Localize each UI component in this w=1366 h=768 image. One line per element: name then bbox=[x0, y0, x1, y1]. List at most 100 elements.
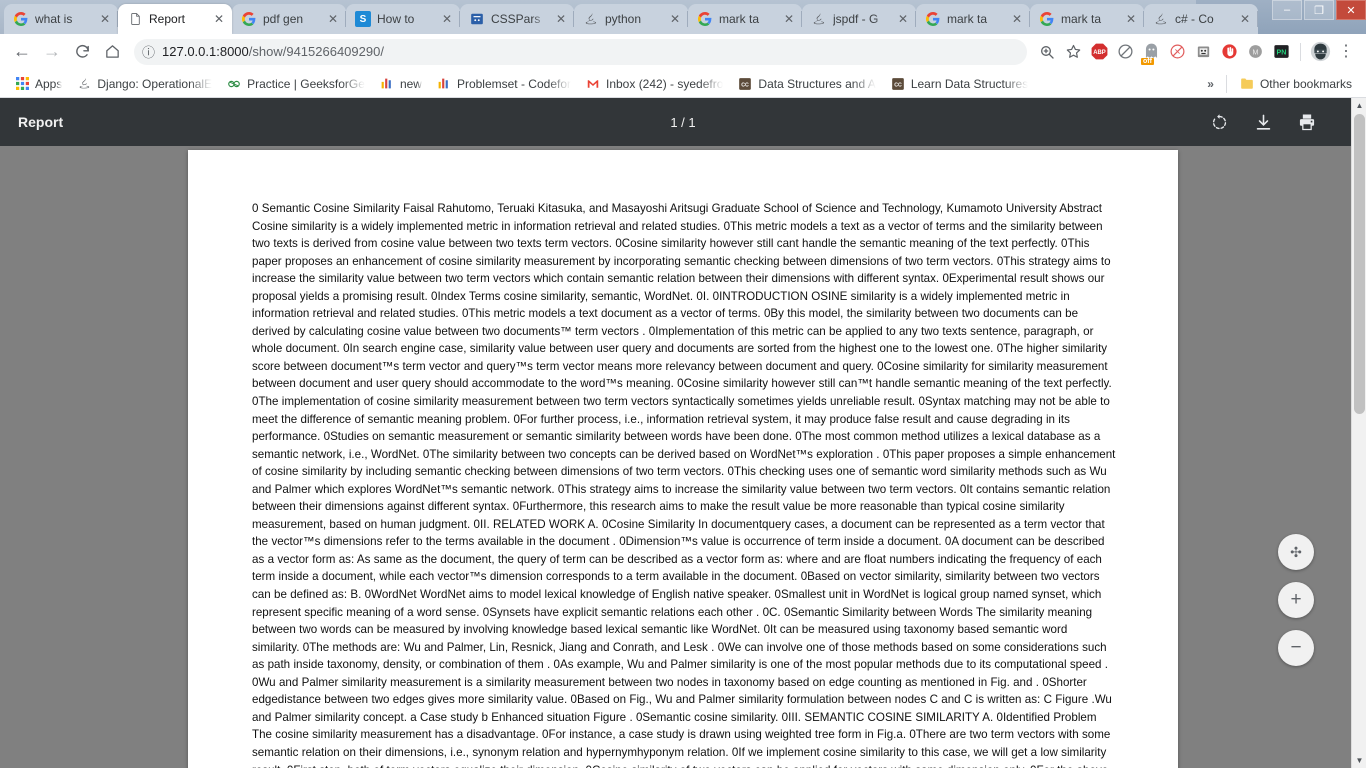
download-button[interactable] bbox=[1252, 111, 1274, 133]
java-icon bbox=[583, 11, 599, 27]
fit-to-page-button[interactable]: ✣ bbox=[1278, 534, 1314, 570]
maximize-button[interactable]: ❐ bbox=[1304, 0, 1334, 20]
block-icon[interactable] bbox=[1113, 40, 1137, 64]
bookmark-label: Django: OperationalE bbox=[97, 76, 213, 91]
minimize-button[interactable]: – bbox=[1272, 0, 1302, 20]
print-button[interactable] bbox=[1296, 111, 1318, 133]
profile-avatar[interactable] bbox=[1308, 40, 1332, 64]
tab-close-icon[interactable]: ✕ bbox=[896, 12, 910, 26]
pdf-viewer: Report 1 / 1 0 Semantic Cosine Similarit… bbox=[0, 98, 1366, 768]
java-icon bbox=[76, 76, 92, 92]
zoom-icon[interactable] bbox=[1035, 40, 1059, 64]
browser-navigation-bar: ← → ⓘ 127.0.0.1:8000/show/9415266409290/… bbox=[0, 34, 1366, 70]
pn-extension-icon[interactable]: PN bbox=[1269, 40, 1293, 64]
svg-text:CC: CC bbox=[742, 82, 750, 88]
toolbox-icon[interactable] bbox=[1191, 40, 1215, 64]
browser-tab[interactable]: c# - Co ✕ bbox=[1144, 4, 1258, 34]
scrollbar-thumb[interactable] bbox=[1354, 114, 1365, 414]
bookmark-item[interactable]: new bbox=[373, 73, 428, 95]
close-window-button[interactable]: ✕ bbox=[1336, 0, 1366, 20]
tab-close-icon[interactable]: ✕ bbox=[1010, 12, 1024, 26]
chrome-menu-icon[interactable]: ⋮ bbox=[1334, 40, 1358, 64]
address-bar[interactable]: ⓘ 127.0.0.1:8000/show/9415266409290/ bbox=[134, 38, 1027, 65]
bluebook-icon bbox=[469, 11, 485, 27]
bookmark-item[interactable]: Practice | GeeksforGe bbox=[220, 73, 371, 95]
bookmark-star-icon[interactable] bbox=[1061, 40, 1085, 64]
site-info-icon[interactable]: ⓘ bbox=[142, 42, 155, 61]
browser-tab[interactable]: mark ta ✕ bbox=[688, 4, 802, 34]
bookmark-item[interactable]: CC Learn Data Structures bbox=[884, 73, 1034, 95]
noscript-icon[interactable] bbox=[1165, 40, 1189, 64]
gmail-icon bbox=[585, 76, 601, 92]
google-icon bbox=[697, 11, 713, 27]
tab-close-icon[interactable]: ✕ bbox=[1124, 12, 1138, 26]
browser-tab[interactable]: what is ✕ bbox=[4, 4, 118, 34]
tab-title: c# - Co bbox=[1175, 12, 1214, 26]
pdf-page-indicator: 1 / 1 bbox=[670, 114, 696, 130]
tab-title: Report bbox=[149, 12, 186, 26]
bookmark-label: Problemset - Codefor bbox=[456, 76, 571, 91]
tab-close-icon[interactable]: ✕ bbox=[98, 12, 112, 26]
pdf-zoom-controls: ✣ + − bbox=[1278, 534, 1314, 666]
bookmark-label: Data Structures and A bbox=[758, 76, 876, 91]
svg-text:ABP: ABP bbox=[1093, 50, 1106, 56]
pdf-page: 0 Semantic Cosine Similarity Faisal Rahu… bbox=[188, 150, 1178, 768]
pdf-page-text: 0 Semantic Cosine Similarity Faisal Rahu… bbox=[252, 202, 1116, 768]
forward-button[interactable]: → bbox=[38, 38, 66, 66]
bookmarks-overflow-icon[interactable]: » bbox=[1201, 74, 1220, 94]
stack-overflow-icon: S bbox=[355, 11, 371, 27]
zoom-out-button[interactable]: − bbox=[1278, 630, 1314, 666]
scroll-up-arrow[interactable]: ▲ bbox=[1352, 98, 1366, 113]
grey-circle-icon[interactable]: M bbox=[1243, 40, 1267, 64]
chart-icon bbox=[436, 76, 452, 92]
zoom-in-button[interactable]: + bbox=[1278, 582, 1314, 618]
back-button[interactable]: ← bbox=[8, 38, 36, 66]
ghostery-icon[interactable]: off bbox=[1139, 40, 1163, 65]
pdf-document-title: Report bbox=[18, 114, 64, 130]
page-icon bbox=[127, 11, 143, 27]
adblock-plus-icon[interactable]: ABP bbox=[1087, 40, 1111, 64]
bookmark-item[interactable]: CC Data Structures and A bbox=[731, 73, 881, 95]
svg-text:CC: CC bbox=[894, 82, 902, 88]
tab-close-icon[interactable]: ✕ bbox=[212, 12, 226, 26]
browser-tab[interactable]: python ✕ bbox=[574, 4, 688, 34]
other-bookmarks-folder[interactable]: Other bookmarks bbox=[1233, 73, 1358, 95]
tab-close-icon[interactable]: ✕ bbox=[668, 12, 682, 26]
bookmark-label: Learn Data Structures bbox=[910, 76, 1029, 91]
tab-close-icon[interactable]: ✕ bbox=[440, 12, 454, 26]
browser-tab-active[interactable]: Report ✕ bbox=[118, 4, 232, 34]
google-icon bbox=[13, 11, 29, 27]
browser-tab[interactable]: S How to ✕ bbox=[346, 4, 460, 34]
bookmark-item[interactable]: Problemset - Codefor bbox=[430, 73, 577, 95]
home-button[interactable] bbox=[98, 38, 126, 66]
reload-button[interactable] bbox=[68, 38, 96, 66]
ghostery-off-badge: off bbox=[1141, 57, 1154, 65]
google-icon bbox=[241, 11, 257, 27]
bookmark-item[interactable]: Inbox (242) - syedefro bbox=[579, 73, 729, 95]
browser-tab[interactable]: pdf gen ✕ bbox=[232, 4, 346, 34]
browser-tab[interactable]: jspdf - G ✕ bbox=[802, 4, 916, 34]
tab-close-icon[interactable]: ✕ bbox=[554, 12, 568, 26]
stop-hand-icon[interactable] bbox=[1217, 40, 1241, 64]
geeksforgeeks-icon bbox=[226, 76, 242, 92]
svg-text:M: M bbox=[1252, 48, 1258, 56]
bookmark-apps[interactable]: Apps bbox=[8, 73, 68, 95]
toolbar-divider bbox=[1300, 42, 1301, 61]
browser-tab[interactable]: mark ta ✕ bbox=[1030, 4, 1144, 34]
vertical-scrollbar[interactable]: ▲ ▼ bbox=[1351, 98, 1366, 768]
pdf-scroll-area[interactable]: 0 Semantic Cosine Similarity Faisal Rahu… bbox=[0, 146, 1366, 768]
browser-tab[interactable]: CSSPars ✕ bbox=[460, 4, 574, 34]
bookmark-item[interactable]: Django: OperationalE bbox=[70, 73, 218, 95]
rotate-button[interactable] bbox=[1208, 111, 1230, 133]
coursera-icon: CC bbox=[737, 76, 753, 92]
pdf-toolbar-actions bbox=[1208, 111, 1348, 133]
tab-close-icon[interactable]: ✕ bbox=[1238, 12, 1252, 26]
tab-title: what is bbox=[35, 12, 73, 26]
browser-tab[interactable]: mark ta ✕ bbox=[916, 4, 1030, 34]
bookmark-label: Inbox (242) - syedefro bbox=[606, 76, 724, 91]
scroll-down-arrow[interactable]: ▼ bbox=[1352, 753, 1366, 768]
tab-title: mark ta bbox=[719, 12, 760, 26]
tab-close-icon[interactable]: ✕ bbox=[326, 12, 340, 26]
window-controls: – ❐ ✕ bbox=[1270, 0, 1366, 22]
tab-close-icon[interactable]: ✕ bbox=[782, 12, 796, 26]
